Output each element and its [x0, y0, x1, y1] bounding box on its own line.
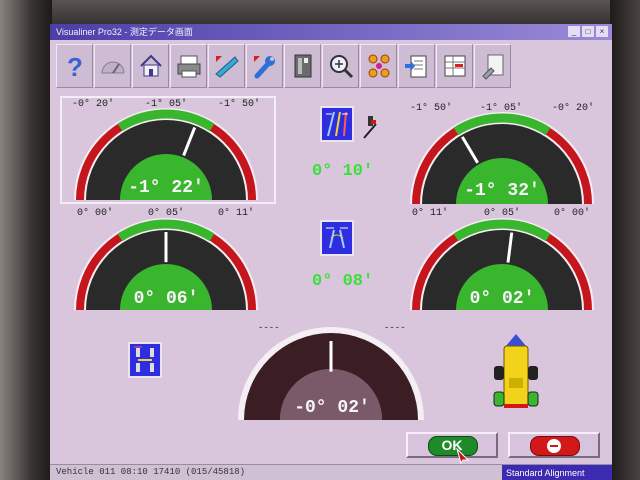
- adjust-button[interactable]: [246, 44, 283, 88]
- vehicle-diagram: [490, 332, 542, 412]
- cross-camber-value: 0° 10': [312, 162, 374, 181]
- gauge-button[interactable]: [94, 44, 131, 88]
- fl-toe-value: 0° 06': [133, 289, 199, 309]
- title-bar: Visualiner Pro32 - 測定データ画面 _ □ ×: [50, 24, 612, 40]
- toolbar: ?: [56, 44, 556, 88]
- printer-icon: [177, 55, 200, 78]
- question-icon: ?: [67, 52, 83, 80]
- lift-tool-icon[interactable]: [362, 114, 378, 140]
- wheel-layout-icon: [368, 54, 389, 78]
- monitor-bezel-left: [0, 0, 52, 480]
- home-button[interactable]: [132, 44, 169, 88]
- total-toe-value: 0° 08': [312, 272, 374, 291]
- house-icon: [139, 54, 162, 77]
- toe-angle-icon: [326, 227, 348, 249]
- clipboard-icon: [404, 55, 426, 78]
- fl-camber-value: -1° 22': [128, 178, 204, 198]
- status-text: Vehicle 011 08:10 17410 (015/45818): [56, 467, 246, 477]
- tool-sheet-icon: [481, 54, 503, 80]
- thrust-value: -0° 02': [294, 398, 370, 418]
- alignment-mode-label: Standard Alignment: [502, 465, 612, 480]
- vehicle-top-view-icon: [493, 334, 539, 408]
- wheels-button[interactable]: [360, 44, 397, 88]
- application-window: Visualiner Pro32 - 測定データ画面 _ □ × ? -0° 2…: [50, 24, 612, 480]
- report-button[interactable]: [398, 44, 435, 88]
- svg-text:?: ?: [67, 52, 83, 80]
- status-bar: Vehicle 011 08:10 17410 (015/45818) Stan…: [50, 464, 612, 480]
- vehicle-spec-button[interactable]: [284, 44, 321, 88]
- ok-button[interactable]: OK: [406, 432, 498, 464]
- ruler-gauge-icon: [214, 56, 239, 78]
- spec-sheet-icon: [294, 54, 311, 78]
- tools-button[interactable]: [474, 44, 511, 88]
- toe-icon-button[interactable]: [320, 220, 354, 256]
- no-entry-bar: [550, 445, 558, 447]
- help-button[interactable]: ?: [56, 44, 93, 88]
- wrench-icon: [253, 56, 275, 79]
- no-entry-icon: [530, 436, 580, 456]
- camber-icon-button[interactable]: [320, 106, 354, 142]
- mouse-cursor-icon: [456, 448, 470, 464]
- zoom-button[interactable]: [322, 44, 359, 88]
- rear-axle-icon-button[interactable]: [128, 342, 162, 378]
- close-button[interactable]: ×: [596, 26, 608, 37]
- rear-wheels-icon: [134, 346, 154, 372]
- magnifier-icon: [329, 55, 353, 79]
- speedometer-icon: [100, 61, 125, 74]
- fr-camber-value: -1° 32': [464, 181, 540, 201]
- data-button[interactable]: [436, 44, 473, 88]
- cancel-button[interactable]: [508, 432, 600, 458]
- camber-angle-icon: [326, 111, 348, 137]
- measure-button[interactable]: [208, 44, 245, 88]
- data-table-icon: [444, 55, 465, 77]
- maximize-button[interactable]: □: [582, 26, 594, 37]
- minimize-button[interactable]: _: [568, 26, 580, 37]
- window-title: Visualiner Pro32 - 測定データ画面: [56, 27, 193, 37]
- fr-toe-value: 0° 02': [469, 289, 535, 309]
- print-button[interactable]: [170, 44, 207, 88]
- monitor-bezel-right: [610, 0, 640, 480]
